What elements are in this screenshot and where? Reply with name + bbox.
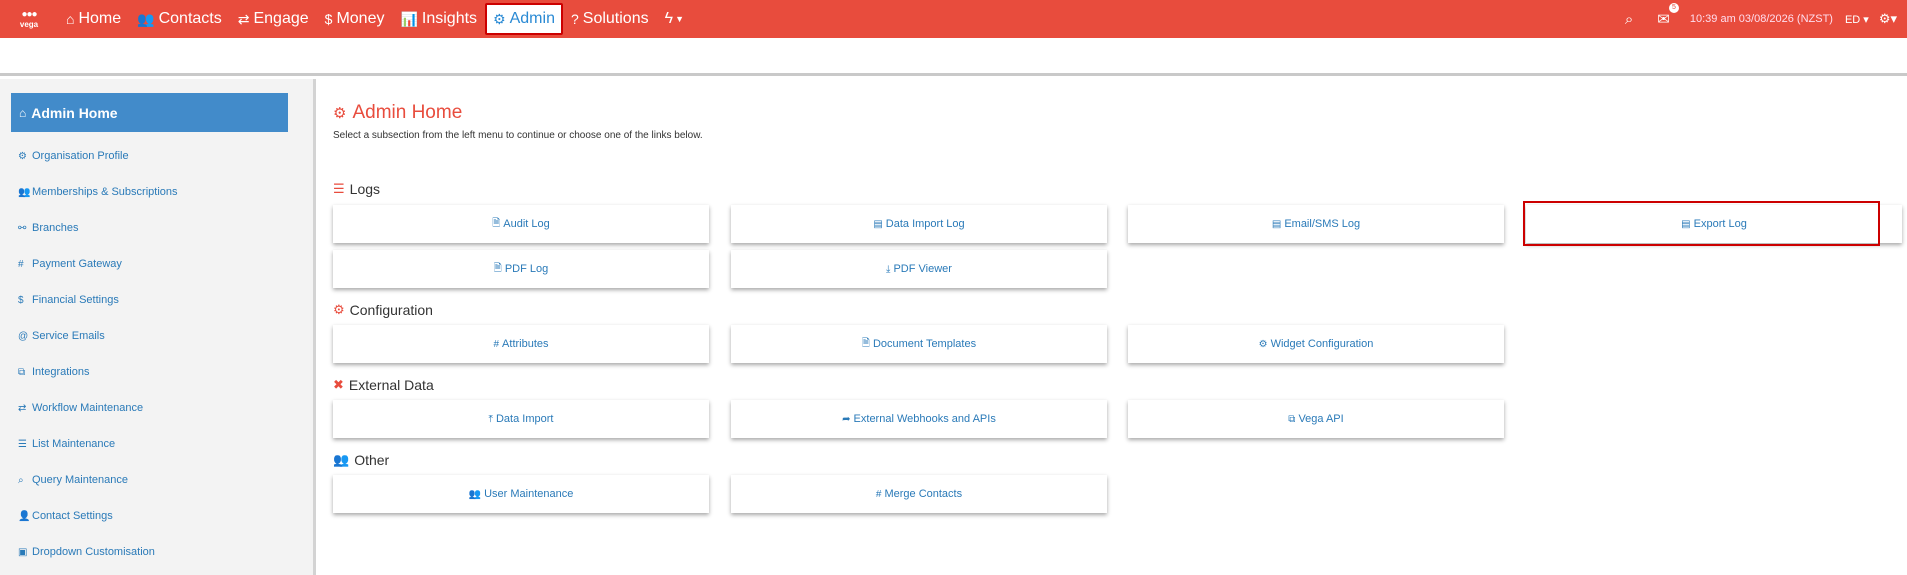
puzzle-icon: ⧉ — [1288, 413, 1296, 425]
sidebar-item-list-maintenance[interactable]: ☰ List Maintenance — [18, 426, 178, 462]
exchange-icon: ⇄ — [18, 402, 27, 414]
nav-engage[interactable]: ⇄ Engage — [230, 3, 317, 35]
users-icon: 👥 — [333, 452, 350, 467]
sidebar-item-dropdown-customisation[interactable]: ▣ Dropdown Customisation — [18, 534, 178, 570]
datetime: 10:39 am 03/08/2026 (NZST) — [1689, 13, 1833, 25]
main-nav: ⌂ Home 👥 Contacts ⇄ Engage $ Money 📊 Ins… — [58, 0, 692, 38]
dollar-icon: $ — [18, 294, 24, 306]
data-import-log-button[interactable]: ▤ Data Import Log — [731, 205, 1107, 243]
bolt-icon: ϟ — [664, 10, 674, 27]
caret-square-icon: ▣ — [18, 546, 28, 558]
section-title-configuration: ⚙ Configuration — [333, 302, 433, 318]
people-logo-icon: ●●● — [21, 8, 37, 20]
pdf-viewer-button[interactable]: ⤓ PDF Viewer — [731, 250, 1107, 288]
file-pdf-icon: 🗎 — [493, 262, 502, 274]
section-title-logs: ☰ Logs — [333, 181, 381, 197]
search-icon: ⌕ — [18, 474, 24, 486]
hdd-icon: ▤ — [1271, 218, 1282, 230]
hash-icon: # — [18, 258, 24, 270]
cogs-icon: ⚙ — [333, 105, 347, 122]
settings-gear-icon[interactable]: ⚙▾ — [1879, 11, 1897, 27]
nav-admin[interactable]: ⚙ Admin — [485, 3, 563, 35]
sidebar-item-financial-settings[interactable]: $ Financial Settings — [18, 282, 178, 318]
sidebar-item-branches[interactable]: ⚯ Branches — [18, 210, 178, 246]
nav-solutions[interactable]: ? Solutions — [563, 3, 657, 35]
section-title-external-data: ✖ External Data — [333, 377, 434, 393]
page-title: ⚙ Admin Home — [333, 102, 463, 123]
nav-quick-actions[interactable]: ϟ ▼ — [657, 3, 692, 35]
nav-money[interactable]: $ Money — [317, 3, 393, 35]
sidebar-item-workflow-maintenance[interactable]: ⇄ Workflow Maintenance — [18, 390, 178, 426]
exchange-icon: ⇄ — [237, 10, 250, 27]
file-text-icon: 🗎 — [492, 217, 501, 229]
pdf-log-button[interactable]: 🗎 PDF Log — [333, 250, 709, 288]
upload-icon: ⤒ — [488, 413, 493, 425]
widget-configuration-button[interactable]: ⚙ Widget Configuration — [1128, 325, 1504, 363]
caret-down-icon: ▼ — [675, 14, 684, 24]
sidebar-item-memberships[interactable]: 👥 Memberships & Subscriptions — [18, 174, 178, 210]
sidebar-item-query-maintenance[interactable]: ⌕ Query Maintenance — [18, 462, 178, 498]
cogs-icon: ⚙ — [333, 302, 345, 317]
nav-contacts[interactable]: 👥 Contacts — [129, 3, 230, 35]
sub-header-bar — [0, 38, 1907, 76]
users-icon: 👥 — [468, 488, 482, 500]
sidebar-item-integrations[interactable]: ⧉ Integrations — [18, 354, 178, 390]
list-icon: ☰ — [333, 181, 345, 196]
sidebar-menu: ⚙ Organisation Profile 👥 Memberships & S… — [18, 138, 178, 570]
user-maintenance-button[interactable]: 👥 User Maintenance — [333, 475, 709, 513]
vega-logo[interactable]: ●●● vega — [0, 0, 58, 38]
envelope-icon[interactable]: ✉ 5 — [1657, 3, 1679, 28]
user-menu[interactable]: ED ▾ — [1845, 13, 1869, 26]
audit-log-button[interactable]: 🗎 Audit Log — [333, 205, 709, 243]
list-icon: ☰ — [18, 438, 27, 450]
email-sms-log-button[interactable]: ▤ Email/SMS Log — [1128, 205, 1504, 243]
top-navbar: ●●● vega ⌂ Home 👥 Contacts ⇄ Engage $ Mo… — [0, 0, 1907, 38]
export-log-highlight — [1523, 201, 1880, 246]
hdd-icon: ▤ — [873, 218, 883, 230]
link-icon: ⚯ — [18, 222, 27, 234]
attributes-button[interactable]: # Attributes — [333, 325, 709, 363]
cogs-icon: ⚙ — [1258, 338, 1268, 350]
sidebar-item-contact-settings[interactable]: 👤 Contact Settings — [18, 498, 178, 534]
bar-chart-icon: 📊 — [400, 10, 418, 27]
document-templates-button[interactable]: 🗎 Document Templates — [731, 325, 1107, 363]
sidebar-item-admin-home[interactable]: ⌂ Admin Home — [11, 93, 288, 132]
notification-badge: 5 — [1668, 3, 1679, 13]
main-content: ⚙ Admin Home Select a subsection from th… — [333, 100, 1907, 141]
sidebar-item-service-emails[interactable]: @ Service Emails — [18, 318, 178, 354]
sidebar-item-organisation-profile[interactable]: ⚙ Organisation Profile — [18, 138, 178, 174]
users-icon: 👥 — [18, 186, 31, 198]
nav-home[interactable]: ⌂ Home — [58, 3, 129, 35]
file-text-icon: 🗎 — [861, 337, 870, 349]
expand-arrows-icon: ✖ — [333, 377, 344, 392]
share-icon: ➦ — [842, 413, 851, 425]
admin-sidebar: ⌂ Admin Home ⚙ Organisation Profile 👥 Me… — [0, 79, 316, 575]
home-icon: ⌂ — [66, 11, 75, 27]
cogs-icon: ⚙ — [493, 10, 506, 27]
external-webhooks-button[interactable]: ➦ External Webhooks and APIs — [731, 400, 1107, 438]
hash-icon: # — [875, 488, 882, 500]
puzzle-icon: ⧉ — [18, 366, 26, 378]
users-icon: 👥 — [137, 10, 155, 27]
vega-api-button[interactable]: ⧉ Vega API — [1128, 400, 1504, 438]
question-icon: ? — [570, 11, 579, 27]
hash-icon: # — [493, 338, 500, 350]
intro-text: Select a subsection from the left menu t… — [333, 130, 703, 141]
cog-icon: ⚙ — [18, 150, 27, 162]
home-icon: ⌂ — [19, 105, 27, 120]
user-icon: 👤 — [18, 510, 31, 522]
download-icon: ⤓ — [886, 263, 891, 275]
nav-insights[interactable]: 📊 Insights — [392, 3, 485, 35]
data-import-button[interactable]: ⤒ Data Import — [333, 400, 709, 438]
top-right-tools: ⌕ ✉ 5 10:39 am 03/08/2026 (NZST) ED ▾ ⚙▾ — [1613, 0, 1907, 38]
sidebar-item-payment-gateway[interactable]: # Payment Gateway — [18, 246, 178, 282]
at-icon: @ — [18, 330, 29, 342]
dollar-icon: $ — [324, 11, 333, 27]
section-title-other: 👥 Other — [333, 452, 390, 468]
search-icon[interactable]: ⌕ — [1625, 11, 1633, 28]
merge-contacts-button[interactable]: # Merge Contacts — [731, 475, 1107, 513]
